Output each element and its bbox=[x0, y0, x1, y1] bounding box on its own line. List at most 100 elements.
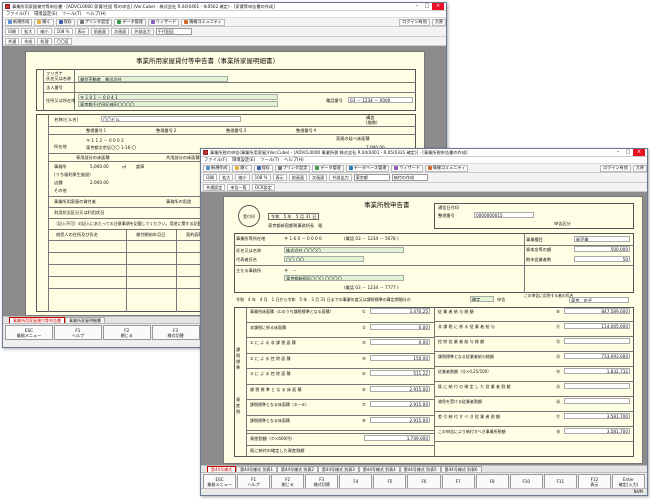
common-settings-button[interactable]: 共通設定 bbox=[203, 183, 226, 191]
addr2-field[interactable]: 東京都新宿区〇〇〇 〇〇〇〇 bbox=[284, 275, 404, 281]
print-button[interactable]: 印刷 bbox=[5, 28, 20, 35]
form-select[interactable]: 納付の作成 bbox=[391, 174, 428, 181]
calc-row-value[interactable]: 0.00 bbox=[370, 323, 430, 330]
back-fkey-f1[interactable]: F1 ヘルプ bbox=[53, 325, 102, 340]
ward-select[interactable]: 千代田区 bbox=[155, 28, 192, 35]
calc-row-value[interactable]: 114,065,000 bbox=[564, 323, 630, 329]
menu-file[interactable]: ファイル(F) bbox=[6, 11, 29, 17]
calc-row-value[interactable]: 150.00 bbox=[370, 354, 430, 361]
export-button[interactable]: 外部出力 bbox=[329, 174, 352, 181]
front-fkey-enter[interactable]: Enter 確定(入力) bbox=[611, 474, 646, 489]
seiri-field[interactable]: 0000000015 bbox=[474, 212, 534, 218]
front-fkey-f10[interactable]: F10 bbox=[509, 474, 543, 489]
zoom-level[interactable]: 108 % bbox=[251, 174, 271, 181]
menu-settings[interactable]: 環境設定(E) bbox=[34, 11, 57, 17]
back-title-bar[interactable]: 事業所用家屋貸付等申告書 - [ADVCL0000 家賃/住居 等の申告] (V… bbox=[3, 3, 446, 11]
front-fkey-f7[interactable]: F7 bbox=[441, 474, 475, 489]
create-button[interactable]: 作成 bbox=[21, 37, 36, 45]
common-button[interactable]: 共通 bbox=[5, 37, 20, 45]
back-fkey-esc[interactable]: ESC 業務メニュー bbox=[5, 325, 53, 340]
zoom-in-button[interactable]: 拡大 bbox=[219, 174, 234, 181]
zoom-out-button[interactable]: 縮小 bbox=[37, 28, 52, 35]
zoom-level[interactable]: 108 % bbox=[53, 28, 73, 35]
prefecture-select[interactable]: 東京都 bbox=[353, 174, 390, 181]
calc-row-value[interactable] bbox=[564, 338, 630, 344]
resource-rep-field[interactable]: 東京 花子 bbox=[569, 297, 629, 303]
login-status[interactable]: ログイン有効 bbox=[600, 164, 631, 172]
wizard-button[interactable]: ウィザード bbox=[147, 18, 180, 26]
data-manage-button[interactable]: データ管理 bbox=[312, 164, 344, 172]
display-button[interactable]: 表示 bbox=[272, 174, 287, 181]
front-fkey-f2[interactable]: F2 閉じる bbox=[271, 474, 305, 489]
business-field[interactable]: 卸売業 bbox=[574, 236, 630, 242]
calc-row-value[interactable]: 3,581,700 bbox=[564, 428, 630, 434]
menu-tools[interactable]: ツール(T) bbox=[260, 157, 279, 163]
ward-button[interactable]: 〇〇区 bbox=[53, 37, 72, 45]
capital-field[interactable]: 500,000 bbox=[574, 246, 630, 252]
data-manage-button[interactable]: データ管理 bbox=[114, 18, 146, 26]
close-icon[interactable]: × bbox=[633, 149, 645, 156]
front-fkey-f12[interactable]: F12 表示 bbox=[577, 474, 611, 489]
front-document-area[interactable]: 受付印 事業所税申告書 令和 5 年 5 月 31 日 東京都新宿都税事務所長 … bbox=[201, 192, 647, 465]
menu-file[interactable]: ファイル(F) bbox=[204, 157, 227, 163]
address-zip-field[interactable]: 〒 1 0 1 － 0 0 4 1 bbox=[78, 94, 278, 100]
close-icon[interactable]: × bbox=[432, 3, 444, 10]
print-button[interactable]: 印刷 bbox=[203, 174, 218, 181]
name-field[interactable]: 株式会社 〇〇〇〇 bbox=[284, 247, 404, 253]
calc-row-value[interactable]: 733,093,000 bbox=[564, 353, 630, 359]
front-fkey-f6[interactable]: F6 bbox=[407, 474, 441, 489]
community-button[interactable]: 情報コミュニティ bbox=[424, 164, 469, 172]
declaration-list-button[interactable]: 申告一覧 bbox=[227, 183, 250, 191]
calc-row-value[interactable] bbox=[564, 383, 630, 389]
maximize-icon[interactable]: □ bbox=[623, 149, 633, 156]
menu-settings[interactable]: 環境設定(E) bbox=[232, 157, 255, 163]
menu-help[interactable]: ヘルプ(H) bbox=[86, 11, 105, 17]
name-field[interactable]: 貸付不動産 株式会社 bbox=[78, 76, 228, 82]
zoom-in-button[interactable]: 拡大 bbox=[21, 28, 36, 35]
new-button[interactable]: 新規作成 bbox=[203, 164, 231, 172]
calc-row-value[interactable]: 1,832,732 bbox=[564, 368, 630, 374]
calc-row-value[interactable]: 3,581,700 bbox=[564, 413, 630, 419]
menu-tools[interactable]: ツール(T) bbox=[62, 11, 81, 17]
process-button[interactable]: 処理 bbox=[37, 37, 52, 45]
front-fkey-f11[interactable]: F11 bbox=[543, 474, 577, 489]
front-fkey-esc[interactable]: ESC 業務メニュー bbox=[203, 474, 237, 489]
calc-row-value[interactable]: 3,470.25 bbox=[370, 308, 430, 314]
front-title-bar[interactable]: 事業所税の申告(事業所用家屋)(Ver.Cube) - [ADVCL0000 事… bbox=[201, 149, 647, 157]
db-manage-button[interactable]: データベース管理 bbox=[345, 164, 390, 172]
calc-row-value[interactable]: 511.22 bbox=[370, 370, 430, 376]
front-fkey-f3[interactable]: F3 様式切替 bbox=[305, 474, 339, 489]
front-fkey-f1[interactable]: F1 ヘルプ bbox=[237, 474, 271, 489]
address-field[interactable]: 東京都千代田区神田〇〇〇〇 bbox=[78, 101, 278, 107]
front-fkey-f4[interactable]: F4 bbox=[339, 474, 373, 489]
calc-row-value[interactable]: 2,915.00 bbox=[370, 385, 430, 392]
maximize-icon[interactable]: □ bbox=[422, 3, 432, 10]
calc-row-value[interactable] bbox=[564, 398, 630, 404]
zoom-out-button[interactable]: 縮小 bbox=[235, 174, 250, 181]
shisan-amount-field[interactable]: 1,749,000 bbox=[364, 435, 430, 441]
open-button[interactable]: 開く bbox=[232, 164, 252, 172]
save-button[interactable]: 保存 bbox=[55, 18, 75, 26]
front-fkey-f5[interactable]: F5 bbox=[373, 474, 407, 489]
save-button[interactable]: 保存 bbox=[253, 164, 273, 172]
employees-field[interactable]: 50 bbox=[574, 256, 630, 262]
login-status[interactable]: ログイン有効 bbox=[399, 18, 430, 26]
calc-row-value[interactable]: 0.00 bbox=[370, 339, 430, 345]
tel-field[interactable]: 03 － 1234 － 0000 bbox=[348, 97, 413, 103]
rep-field[interactable]: 〇〇 〇〇 bbox=[284, 256, 364, 262]
display-button[interactable]: 表示 bbox=[74, 28, 89, 35]
minimize-icon[interactable]: – bbox=[412, 3, 422, 10]
printer-setup-button[interactable]: プリンタ設定 bbox=[274, 164, 311, 172]
calc-row-value[interactable]: 2,915.00 bbox=[370, 401, 430, 407]
period-type-field[interactable]: 確定 bbox=[470, 296, 494, 302]
printer-setup-button[interactable]: プリンタ設定 bbox=[76, 18, 113, 26]
next-page-button[interactable]: 次画面 bbox=[111, 28, 130, 35]
front-window[interactable]: 事業所税の申告(事業所用家屋)(Ver.Cube) - [ADVCL0000 事… bbox=[200, 148, 648, 496]
open-button[interactable]: 開く bbox=[34, 18, 54, 26]
calc-row-value[interactable]: 2,915.00 bbox=[370, 416, 430, 423]
community-button[interactable]: 情報コミュニティ bbox=[181, 18, 225, 26]
front-fkey-f8[interactable]: F8 bbox=[475, 474, 509, 489]
menu-help[interactable]: ヘルプ(H) bbox=[284, 157, 303, 163]
next-page-button[interactable]: 次画面 bbox=[309, 174, 328, 181]
back-fkey-f3[interactable]: F3 様式切替 bbox=[151, 325, 200, 340]
